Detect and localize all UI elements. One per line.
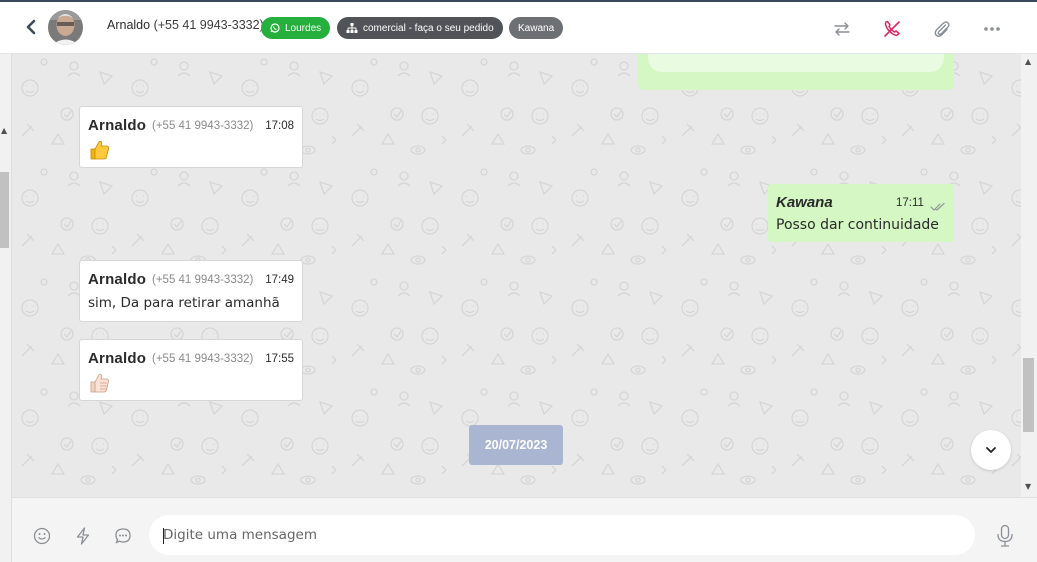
chat-window: Arnaldo (+55 41 9943-3332) Lourdes comer… bbox=[0, 0, 1037, 562]
message-sender: Arnaldo bbox=[88, 350, 147, 367]
message-time: 17:11 bbox=[896, 197, 924, 209]
tag-label: Kawana bbox=[518, 22, 555, 34]
outgoing-audio-bubble bbox=[638, 54, 954, 90]
incoming-message: Arnaldo (+55 41 9943-3332) 17:08 bbox=[79, 106, 303, 168]
message-time: 17:55 bbox=[265, 353, 294, 365]
incoming-message: Arnaldo (+55 41 9943-3332) 17:55 bbox=[79, 339, 303, 401]
message-text: Posso dar continuidade bbox=[776, 217, 939, 233]
message-time: 17:08 bbox=[265, 120, 294, 132]
thumbs-up-emoji-icon bbox=[88, 138, 112, 166]
scrollbar-thumb[interactable] bbox=[1023, 358, 1034, 432]
attachment-button[interactable] bbox=[930, 17, 954, 41]
message-text: sim, Da para retirar amanhã bbox=[88, 295, 280, 311]
message-list-scrollbar[interactable]: ▲ ▼ bbox=[1021, 54, 1037, 497]
tag-lourdes[interactable]: Lourdes bbox=[261, 17, 331, 39]
scroll-up-arrow-icon[interactable]: ▲ bbox=[1, 126, 7, 135]
more-icon bbox=[984, 27, 1000, 31]
contact-phone: (+55 41 9943-3332) bbox=[153, 18, 264, 32]
end-call-icon bbox=[884, 20, 900, 37]
quick-replies-button[interactable] bbox=[72, 525, 94, 547]
whatsapp-icon bbox=[270, 23, 280, 33]
message-sender: Arnaldo bbox=[88, 117, 147, 134]
message-list[interactable]: Arnaldo (+55 41 9943-3332) 17:08 Kawana … bbox=[12, 54, 1021, 497]
message-time: 17:49 bbox=[265, 274, 294, 286]
chat-bubble-icon bbox=[115, 528, 131, 544]
incoming-message: Arnaldo (+55 41 9943-3332) 17:49 sim, Da… bbox=[79, 260, 303, 322]
scroll-up-arrow-icon[interactable]: ▲ bbox=[1025, 57, 1031, 66]
attachment-icon bbox=[934, 21, 950, 37]
lightning-icon bbox=[76, 527, 90, 545]
tag-department[interactable]: comercial - faça o seu pedido bbox=[337, 17, 503, 39]
chevron-down-icon bbox=[986, 447, 996, 453]
sitemap-icon bbox=[346, 23, 358, 33]
message-composer bbox=[12, 497, 1037, 562]
outgoing-message: Kawana 17:11 Posso dar continuidade bbox=[768, 184, 954, 242]
tag-label: comercial - faça o seu pedido bbox=[363, 22, 494, 34]
message-sender-phone: (+55 41 9943-3332) bbox=[152, 353, 254, 365]
message-input[interactable] bbox=[149, 515, 975, 555]
avatar[interactable] bbox=[48, 10, 83, 45]
thumbs-up-light-emoji-icon bbox=[88, 371, 112, 399]
more-options-button[interactable] bbox=[980, 17, 1004, 41]
microphone-icon bbox=[997, 524, 1013, 547]
back-button[interactable] bbox=[20, 14, 42, 40]
audio-player[interactable] bbox=[648, 54, 944, 72]
chat-options-button[interactable] bbox=[112, 525, 134, 547]
double-check-icon bbox=[930, 197, 946, 216]
contact-name: Arnaldo bbox=[107, 18, 151, 32]
text-cursor bbox=[163, 528, 164, 544]
message-sender: Arnaldo bbox=[88, 271, 147, 288]
tag-label: Lourdes bbox=[285, 22, 322, 34]
message-sender-phone: (+55 41 9943-3332) bbox=[152, 120, 254, 132]
end-call-button[interactable] bbox=[880, 17, 904, 41]
transfer-button[interactable] bbox=[830, 17, 854, 41]
chat-header: Arnaldo (+55 41 9943-3332) Lourdes comer… bbox=[0, 0, 1037, 54]
sidebar-scrollbar-thumb[interactable] bbox=[0, 172, 9, 248]
scroll-down-arrow-icon[interactable]: ▼ bbox=[1025, 482, 1031, 491]
chevron-left-icon bbox=[26, 19, 36, 35]
record-audio-button[interactable] bbox=[993, 522, 1017, 550]
message-sender-phone: (+55 41 9943-3332) bbox=[152, 274, 254, 286]
contact-title: Arnaldo (+55 41 9943-3332) bbox=[107, 18, 264, 32]
scroll-to-bottom-button[interactable] bbox=[971, 430, 1011, 470]
avatar-photo bbox=[48, 10, 83, 45]
sidebar-scrollbar[interactable]: ▲ bbox=[0, 54, 12, 562]
tag-kawana[interactable]: Kawana bbox=[509, 17, 564, 39]
message-sender: Kawana bbox=[776, 194, 833, 211]
date-separator: 20/07/2023 bbox=[469, 425, 563, 465]
emoji-icon bbox=[33, 527, 51, 545]
transfer-icon bbox=[834, 22, 850, 36]
emoji-button[interactable] bbox=[31, 525, 53, 547]
